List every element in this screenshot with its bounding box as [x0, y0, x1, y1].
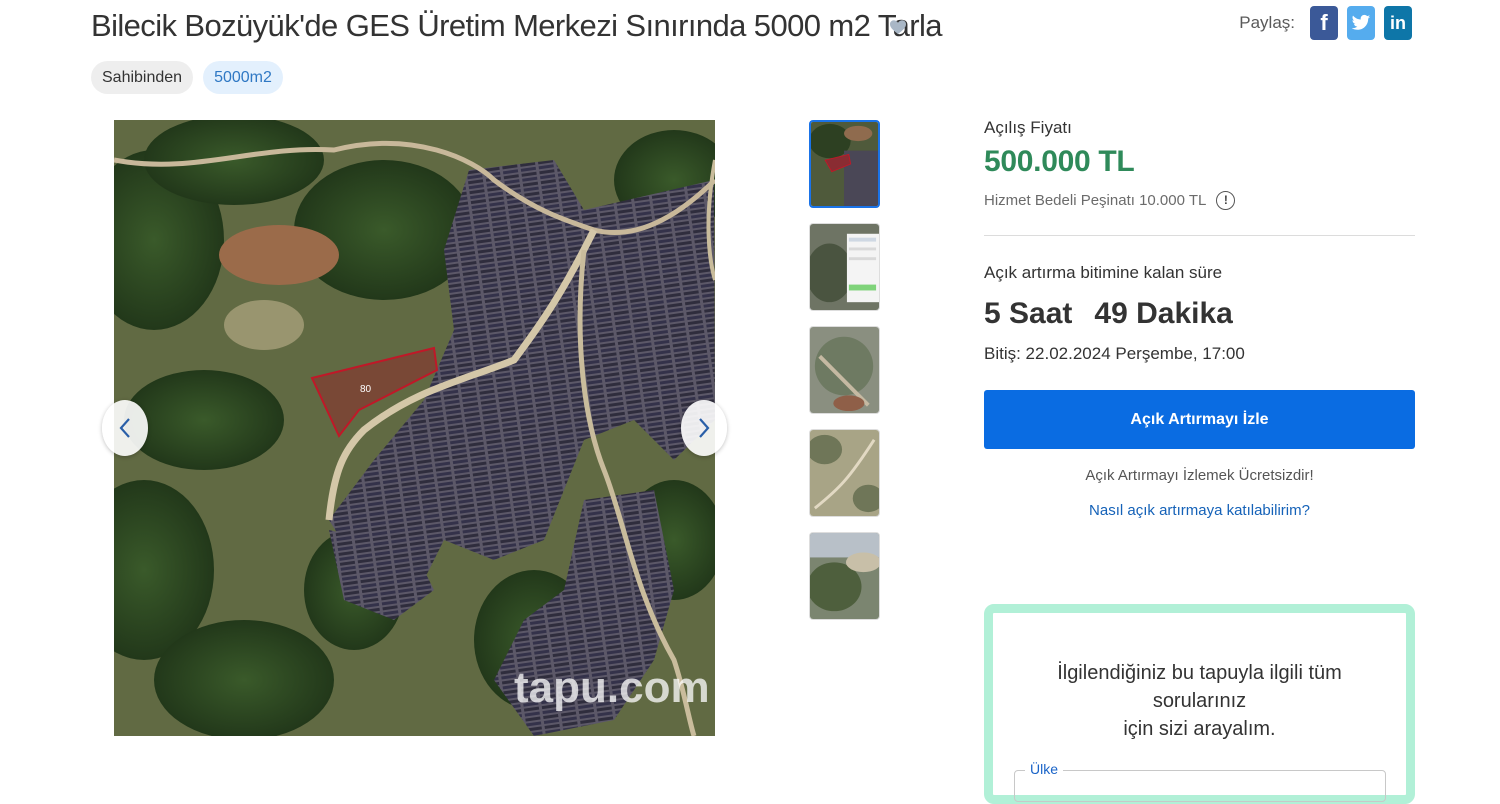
- share-bar: Paylaş: f in: [1239, 6, 1412, 40]
- twitter-share-button[interactable]: [1347, 6, 1375, 40]
- facebook-share-button[interactable]: f: [1310, 6, 1338, 40]
- opening-price-label: Açılış Fiyatı: [984, 118, 1072, 137]
- countdown: 5 Saat 49 Dakika: [984, 297, 1415, 331]
- listing-title: Bilecik Bozüyük'de GES Üretim Merkezi Sı…: [91, 8, 943, 43]
- listing-tags: Sahibinden 5000m2: [91, 61, 283, 94]
- parcel-number-label: 80: [360, 384, 372, 395]
- callback-text-line-1: İlgilendiğiniz bu tapuyla ilgili tüm sor…: [1057, 662, 1342, 712]
- opening-price: 500.000 TL: [984, 145, 1135, 178]
- countdown-hours: 5 Saat: [984, 297, 1073, 330]
- previous-photo-button[interactable]: [102, 400, 148, 456]
- share-label: Paylaş:: [1239, 13, 1295, 32]
- auction-end-date: Bitiş: 22.02.2024 Perşembe, 17:00: [984, 344, 1245, 363]
- thumbnail-5[interactable]: [809, 532, 880, 620]
- countdown-minutes: 49 Dakika: [1094, 297, 1233, 330]
- main-photo[interactable]: 80 tapu.com: [114, 120, 715, 736]
- linkedin-share-button[interactable]: in: [1384, 6, 1412, 40]
- twitter-icon: [1351, 14, 1371, 30]
- thumbnail-1[interactable]: [809, 120, 880, 208]
- callback-text-line-2: için sizi arayalım.: [1123, 718, 1276, 740]
- linkedin-icon: in: [1390, 12, 1406, 33]
- service-fee-text: Hizmet Bedeli Peşinatı 10.000 TL: [984, 192, 1207, 209]
- auction-panel: Açılış Fiyatı 500.000 TL Hizmet Bedeli P…: [984, 118, 1415, 519]
- favorite-heart-icon[interactable]: [888, 17, 908, 37]
- thumbnail-4[interactable]: [809, 429, 880, 517]
- thumbnail-strip: [809, 120, 882, 635]
- remaining-time-label: Açık artırma bitimine kalan süre: [984, 263, 1223, 282]
- thumbnail-3[interactable]: [809, 326, 880, 414]
- chevron-left-icon: [119, 418, 130, 438]
- watermark-logo: tapu.com: [514, 663, 710, 712]
- chevron-right-icon: [699, 418, 710, 438]
- how-to-participate-link[interactable]: Nasıl açık artırmaya katılabilirim?: [984, 502, 1415, 519]
- free-watch-note: Açık Artırmayı İzlemek Ücretsizdir!: [1085, 467, 1314, 484]
- thumbnail-2[interactable]: [809, 223, 880, 311]
- divider: [984, 235, 1415, 236]
- next-photo-button[interactable]: [681, 400, 727, 456]
- watch-auction-button[interactable]: Açık Artırmayı İzle: [984, 390, 1415, 449]
- callback-box: İlgilendiğiniz bu tapuyla ilgili tüm sor…: [984, 604, 1415, 804]
- callback-text: İlgilendiğiniz bu tapuyla ilgili tüm sor…: [993, 659, 1406, 743]
- area-tag[interactable]: 5000m2: [203, 61, 283, 94]
- seller-type-tag: Sahibinden: [91, 61, 194, 94]
- service-fee: Hizmet Bedeli Peşinatı 10.000 TL !: [984, 191, 1415, 210]
- info-icon[interactable]: !: [1216, 191, 1236, 210]
- facebook-icon: f: [1320, 10, 1328, 35]
